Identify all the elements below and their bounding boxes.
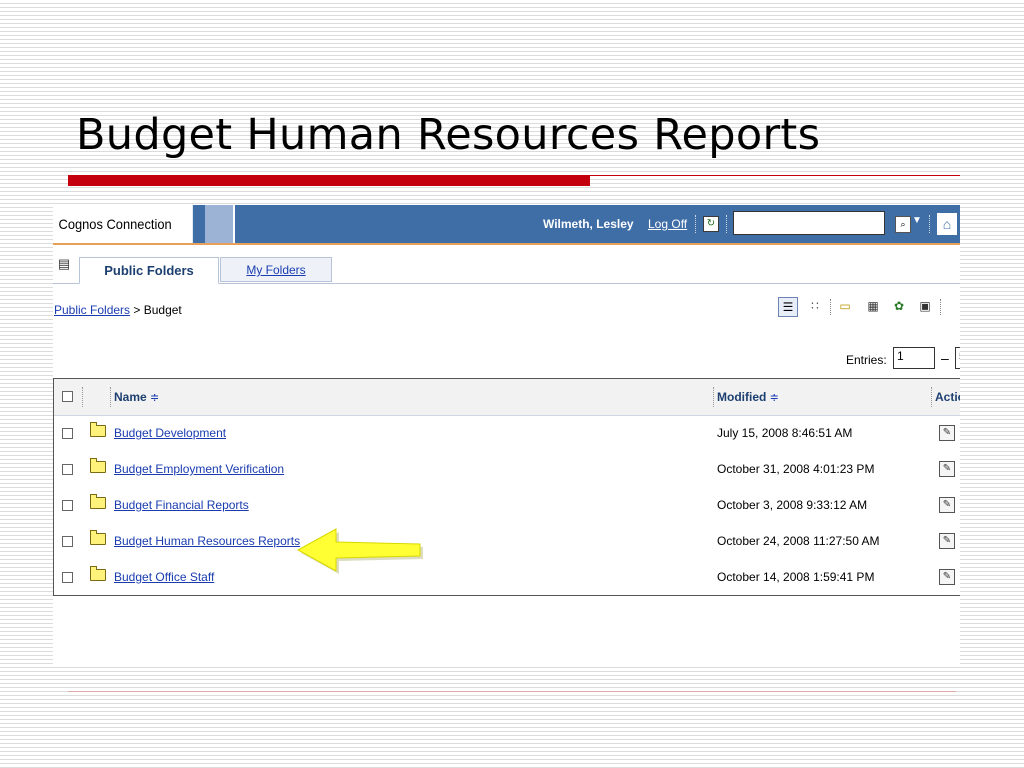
logoff-link[interactable]: Log Off xyxy=(648,205,687,243)
column-header-actions: Actions xyxy=(935,390,960,404)
sort-icon[interactable]: ≑ xyxy=(770,392,779,404)
entries-dash: – xyxy=(941,350,949,366)
folder-icon xyxy=(90,458,106,473)
toolbar-separator xyxy=(726,215,728,233)
app-name: Cognos Connection xyxy=(53,205,193,243)
entries-to-input[interactable]: 5 xyxy=(955,347,960,369)
header-separator xyxy=(82,387,84,407)
header-separator xyxy=(931,387,933,407)
details-view-icon[interactable]: ☰ xyxy=(778,297,798,317)
bottom-rule xyxy=(68,691,956,692)
select-all-checkbox[interactable] xyxy=(62,391,73,402)
new-job-icon[interactable]: ✿ xyxy=(890,297,908,315)
breadcrumb-public-folders[interactable]: Public Folders xyxy=(54,303,130,317)
new-folder-icon[interactable]: ▭ xyxy=(836,297,854,315)
column-header-modified-label: Modified xyxy=(717,390,767,404)
header-separator xyxy=(110,387,112,407)
folder-link[interactable]: Budget Employment Verification xyxy=(114,451,284,487)
modified-date: October 14, 2008 1:59:41 PM xyxy=(717,570,875,584)
table-row: Budget Employment Verification October 3… xyxy=(54,451,960,487)
toolbar-separator xyxy=(929,215,931,233)
tab-public-folders[interactable]: Public Folders xyxy=(79,257,219,284)
properties-icon[interactable]: ✎ xyxy=(939,533,955,549)
folder-icon xyxy=(90,422,106,437)
folder-icon xyxy=(90,494,106,509)
refresh-icon[interactable]: ↻ xyxy=(703,216,719,232)
modified-date: July 15, 2008 8:46:51 AM xyxy=(717,426,853,440)
slide-title: Budget Human Resources Reports xyxy=(76,110,821,160)
toolbar-separator xyxy=(830,299,832,315)
toolbar-separator xyxy=(695,215,697,233)
app-name-divider xyxy=(205,205,235,243)
folder-tree-icon[interactable]: ▤ xyxy=(55,256,73,272)
column-header-name[interactable]: Name ≑ xyxy=(114,379,159,416)
properties-icon[interactable]: ✎ xyxy=(939,569,955,585)
yellow-arrow-icon xyxy=(296,528,423,574)
folder-link[interactable]: Budget Development xyxy=(114,415,226,451)
home-icon[interactable]: ⌂ xyxy=(937,213,957,235)
new-report-icon[interactable]: ▦ xyxy=(864,297,882,315)
table-row: Budget Financial Reports October 3, 2008… xyxy=(54,487,960,523)
top-bar: Cognos Connection Wilmeth, Lesley Log Of… xyxy=(53,205,960,245)
row-checkbox[interactable] xyxy=(62,572,73,583)
title-rule xyxy=(68,175,590,186)
table-header: Name ≑ Modified ≑ Actions xyxy=(54,379,960,416)
column-header-modified[interactable]: Modified ≑ xyxy=(717,379,779,416)
list-view-icon[interactable]: ∷ xyxy=(806,297,824,315)
header-separator xyxy=(713,387,715,407)
tab-my-folders-label[interactable]: My Folders xyxy=(246,263,305,277)
toolbar-separator xyxy=(940,299,942,315)
modified-date: October 31, 2008 4:01:23 PM xyxy=(717,462,875,476)
table-row: Budget Development July 15, 2008 8:46:51… xyxy=(54,415,960,451)
properties-icon[interactable]: ✎ xyxy=(939,425,955,441)
row-checkbox[interactable] xyxy=(62,428,73,439)
title-rule-thin xyxy=(590,175,960,176)
tab-my-folders[interactable]: My Folders xyxy=(220,257,332,282)
tab-bar: ▤ Public Folders My Folders xyxy=(53,245,960,284)
modified-date: October 3, 2008 9:33:12 AM xyxy=(717,498,868,512)
search-input[interactable] xyxy=(733,211,885,235)
folder-link[interactable]: Budget Office Staff xyxy=(114,559,214,595)
new-page-icon[interactable]: ▣ xyxy=(916,297,934,315)
column-header-name-label: Name xyxy=(114,390,147,404)
folder-link[interactable]: Budget Financial Reports xyxy=(114,487,249,523)
cognos-screenshot: Cognos Connection Wilmeth, Lesley Log Of… xyxy=(53,205,960,667)
row-checkbox[interactable] xyxy=(62,464,73,475)
properties-icon[interactable]: ✎ xyxy=(939,461,955,477)
entries-label: Entries: xyxy=(846,353,887,367)
table-row: Budget Human Resources Reports October 2… xyxy=(54,523,960,559)
folder-link[interactable]: Budget Human Resources Reports xyxy=(114,523,300,559)
folder-icon xyxy=(90,566,106,581)
entries-from-input[interactable]: 1 xyxy=(893,347,935,369)
user-name: Wilmeth, Lesley xyxy=(543,217,634,231)
modified-date: October 24, 2008 11:27:50 AM xyxy=(717,534,880,548)
content-table: Name ≑ Modified ≑ Actions Budget Develop… xyxy=(53,378,960,596)
chevron-down-icon[interactable]: ▼ xyxy=(912,215,922,226)
row-checkbox[interactable] xyxy=(62,536,73,547)
properties-icon[interactable]: ✎ xyxy=(939,497,955,513)
table-row: Budget Office Staff October 14, 2008 1:5… xyxy=(54,559,960,595)
sort-icon[interactable]: ≑ xyxy=(150,392,159,404)
folder-icon xyxy=(90,530,106,545)
breadcrumb-current: Budget xyxy=(143,303,182,317)
breadcrumb-separator: > xyxy=(133,303,141,317)
search-icon[interactable]: ⌕ xyxy=(895,216,911,233)
row-checkbox[interactable] xyxy=(62,500,73,511)
breadcrumb: Public Folders > Budget xyxy=(54,303,182,317)
